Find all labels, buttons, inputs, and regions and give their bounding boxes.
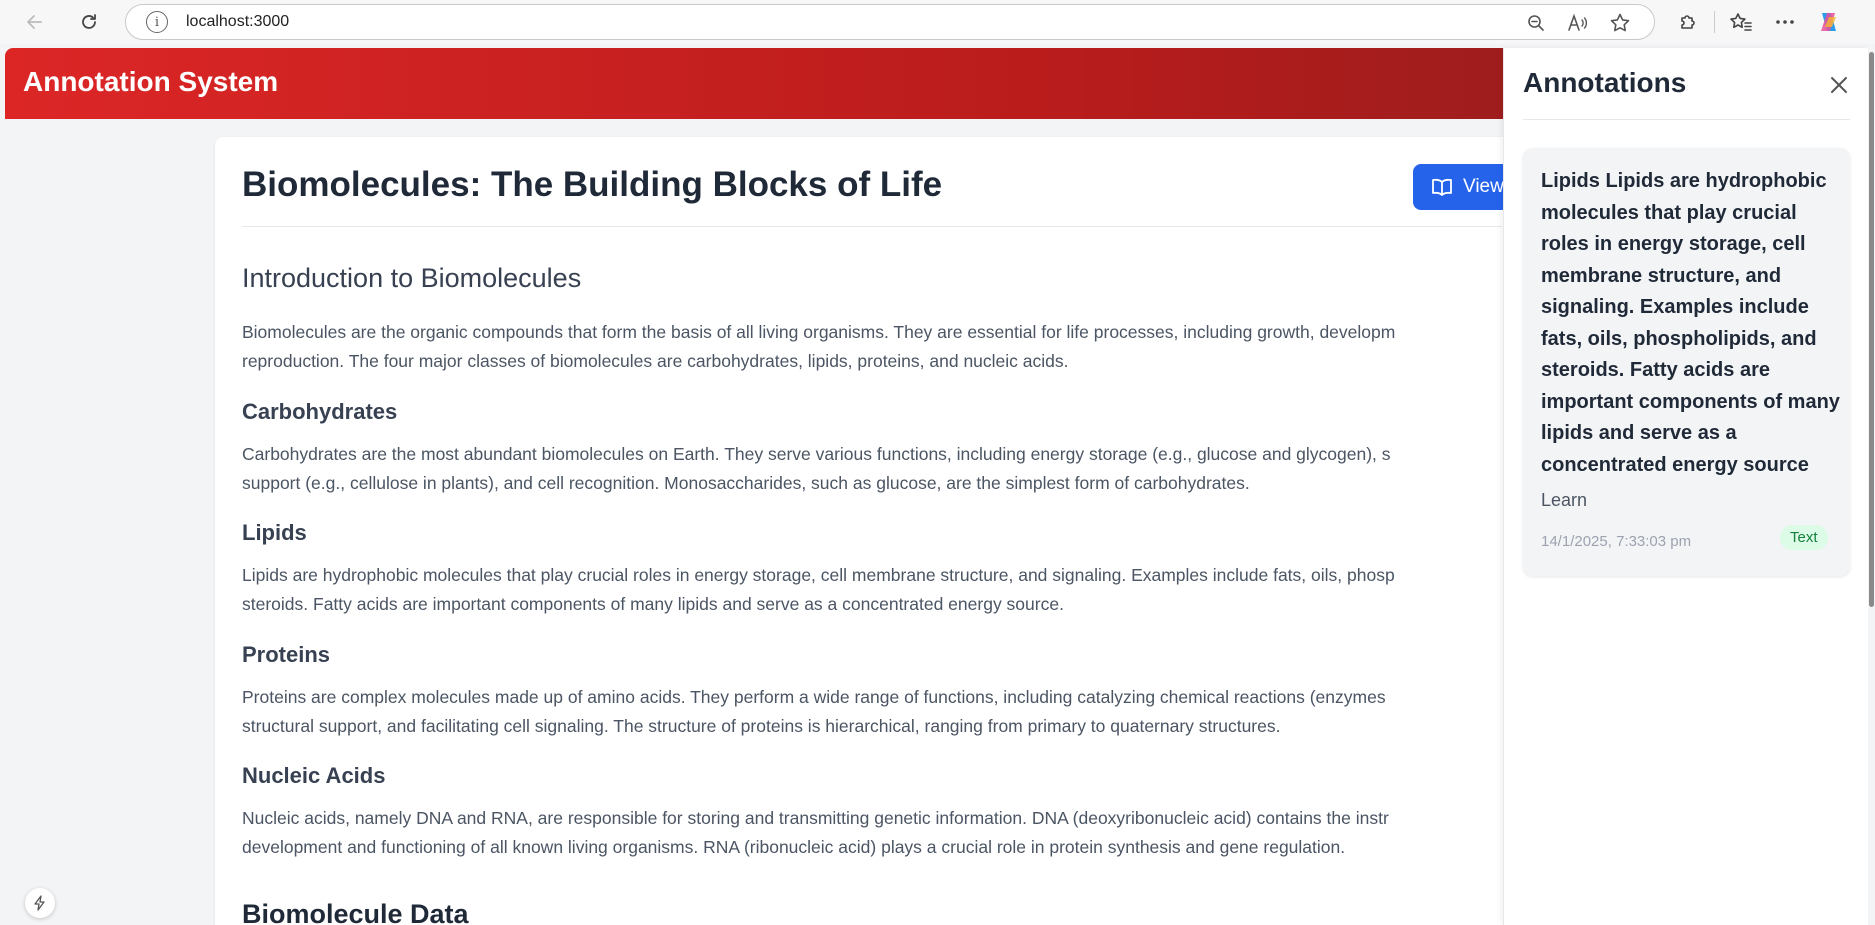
annotation-type-badge: Text	[1780, 525, 1828, 550]
section-heading-nucleic-acids[interactable]: Nucleic Acids	[242, 763, 385, 789]
arrow-left-icon	[27, 15, 42, 29]
puzzle-icon[interactable]	[1670, 4, 1706, 40]
star-icon[interactable]	[1606, 9, 1634, 37]
browser-toolbar: i localhost:3000	[0, 0, 1875, 44]
scrollbar-thumb[interactable]	[1869, 52, 1874, 607]
close-panel-button[interactable]	[1824, 70, 1854, 100]
section-heading-biomolecule-data: Biomolecule Data	[242, 899, 469, 925]
section-paragraph-nucleic-acids[interactable]: Nucleic acids, namely DNA and RNA, are r…	[242, 804, 1532, 862]
section-paragraph-carbohydrates[interactable]: Carbohydrates are the most abundant biom…	[242, 440, 1532, 498]
section-heading-carbohydrates[interactable]: Carbohydrates	[242, 399, 397, 425]
app-header: Annotation System	[5, 48, 1505, 119]
annotation-card[interactable]: Lipids Lipids are hydrophobic molecules …	[1523, 148, 1850, 576]
info-icon[interactable]: i	[146, 11, 168, 33]
annotations-panel: Annotations Lipids Lipids are hydrophobi…	[1503, 48, 1868, 925]
document-title: Biomolecules: The Building Blocks of Lif…	[242, 165, 943, 204]
book-open-icon	[1432, 178, 1452, 196]
section-paragraph-introduction[interactable]: Biomolecules are the organic compounds t…	[242, 318, 1532, 376]
reload-icon	[82, 14, 96, 29]
close-icon	[1831, 77, 1847, 93]
panel-divider	[1523, 119, 1850, 120]
section-paragraph-lipids[interactable]: Lipids are hydrophobic molecules that pl…	[242, 561, 1532, 619]
view-button-label: View	[1463, 176, 1504, 197]
more-icon[interactable]	[1767, 4, 1803, 40]
page-scrollbar[interactable]	[1868, 48, 1875, 925]
url-text: localhost:3000	[186, 13, 290, 30]
section-heading-introduction[interactable]: Introduction to Biomolecules	[242, 263, 581, 294]
floating-action-button[interactable]	[25, 888, 55, 918]
section-heading-lipids[interactable]: Lipids	[242, 520, 307, 546]
section-heading-proteins[interactable]: Proteins	[242, 642, 330, 668]
read-aloud-icon[interactable]	[1564, 9, 1592, 37]
annotation-timestamp: 14/1/2025, 7:33:03 pm	[1541, 533, 1692, 550]
annotation-text: Lipids Lipids are hydrophobic molecules …	[1541, 170, 1840, 476]
title-divider	[242, 226, 1502, 227]
section-paragraph-proteins[interactable]: Proteins are complex molecules made up o…	[242, 683, 1532, 741]
favorites-icon[interactable]	[1723, 4, 1759, 40]
document-card: Biomolecules: The Building Blocks of Lif…	[215, 137, 1523, 925]
reload-button[interactable]	[71, 4, 107, 40]
toolbar-divider	[1714, 11, 1715, 33]
annotation-note: Learn	[1541, 490, 1588, 510]
copilot-icon[interactable]	[1811, 4, 1847, 40]
zoom-out-icon[interactable]	[1522, 9, 1550, 37]
app-title: Annotation System	[23, 66, 279, 97]
address-bar[interactable]: i localhost:3000	[125, 4, 1655, 40]
bolt-icon	[34, 895, 45, 911]
back-button[interactable]	[17, 4, 53, 40]
panel-title: Annotations	[1523, 67, 1687, 98]
